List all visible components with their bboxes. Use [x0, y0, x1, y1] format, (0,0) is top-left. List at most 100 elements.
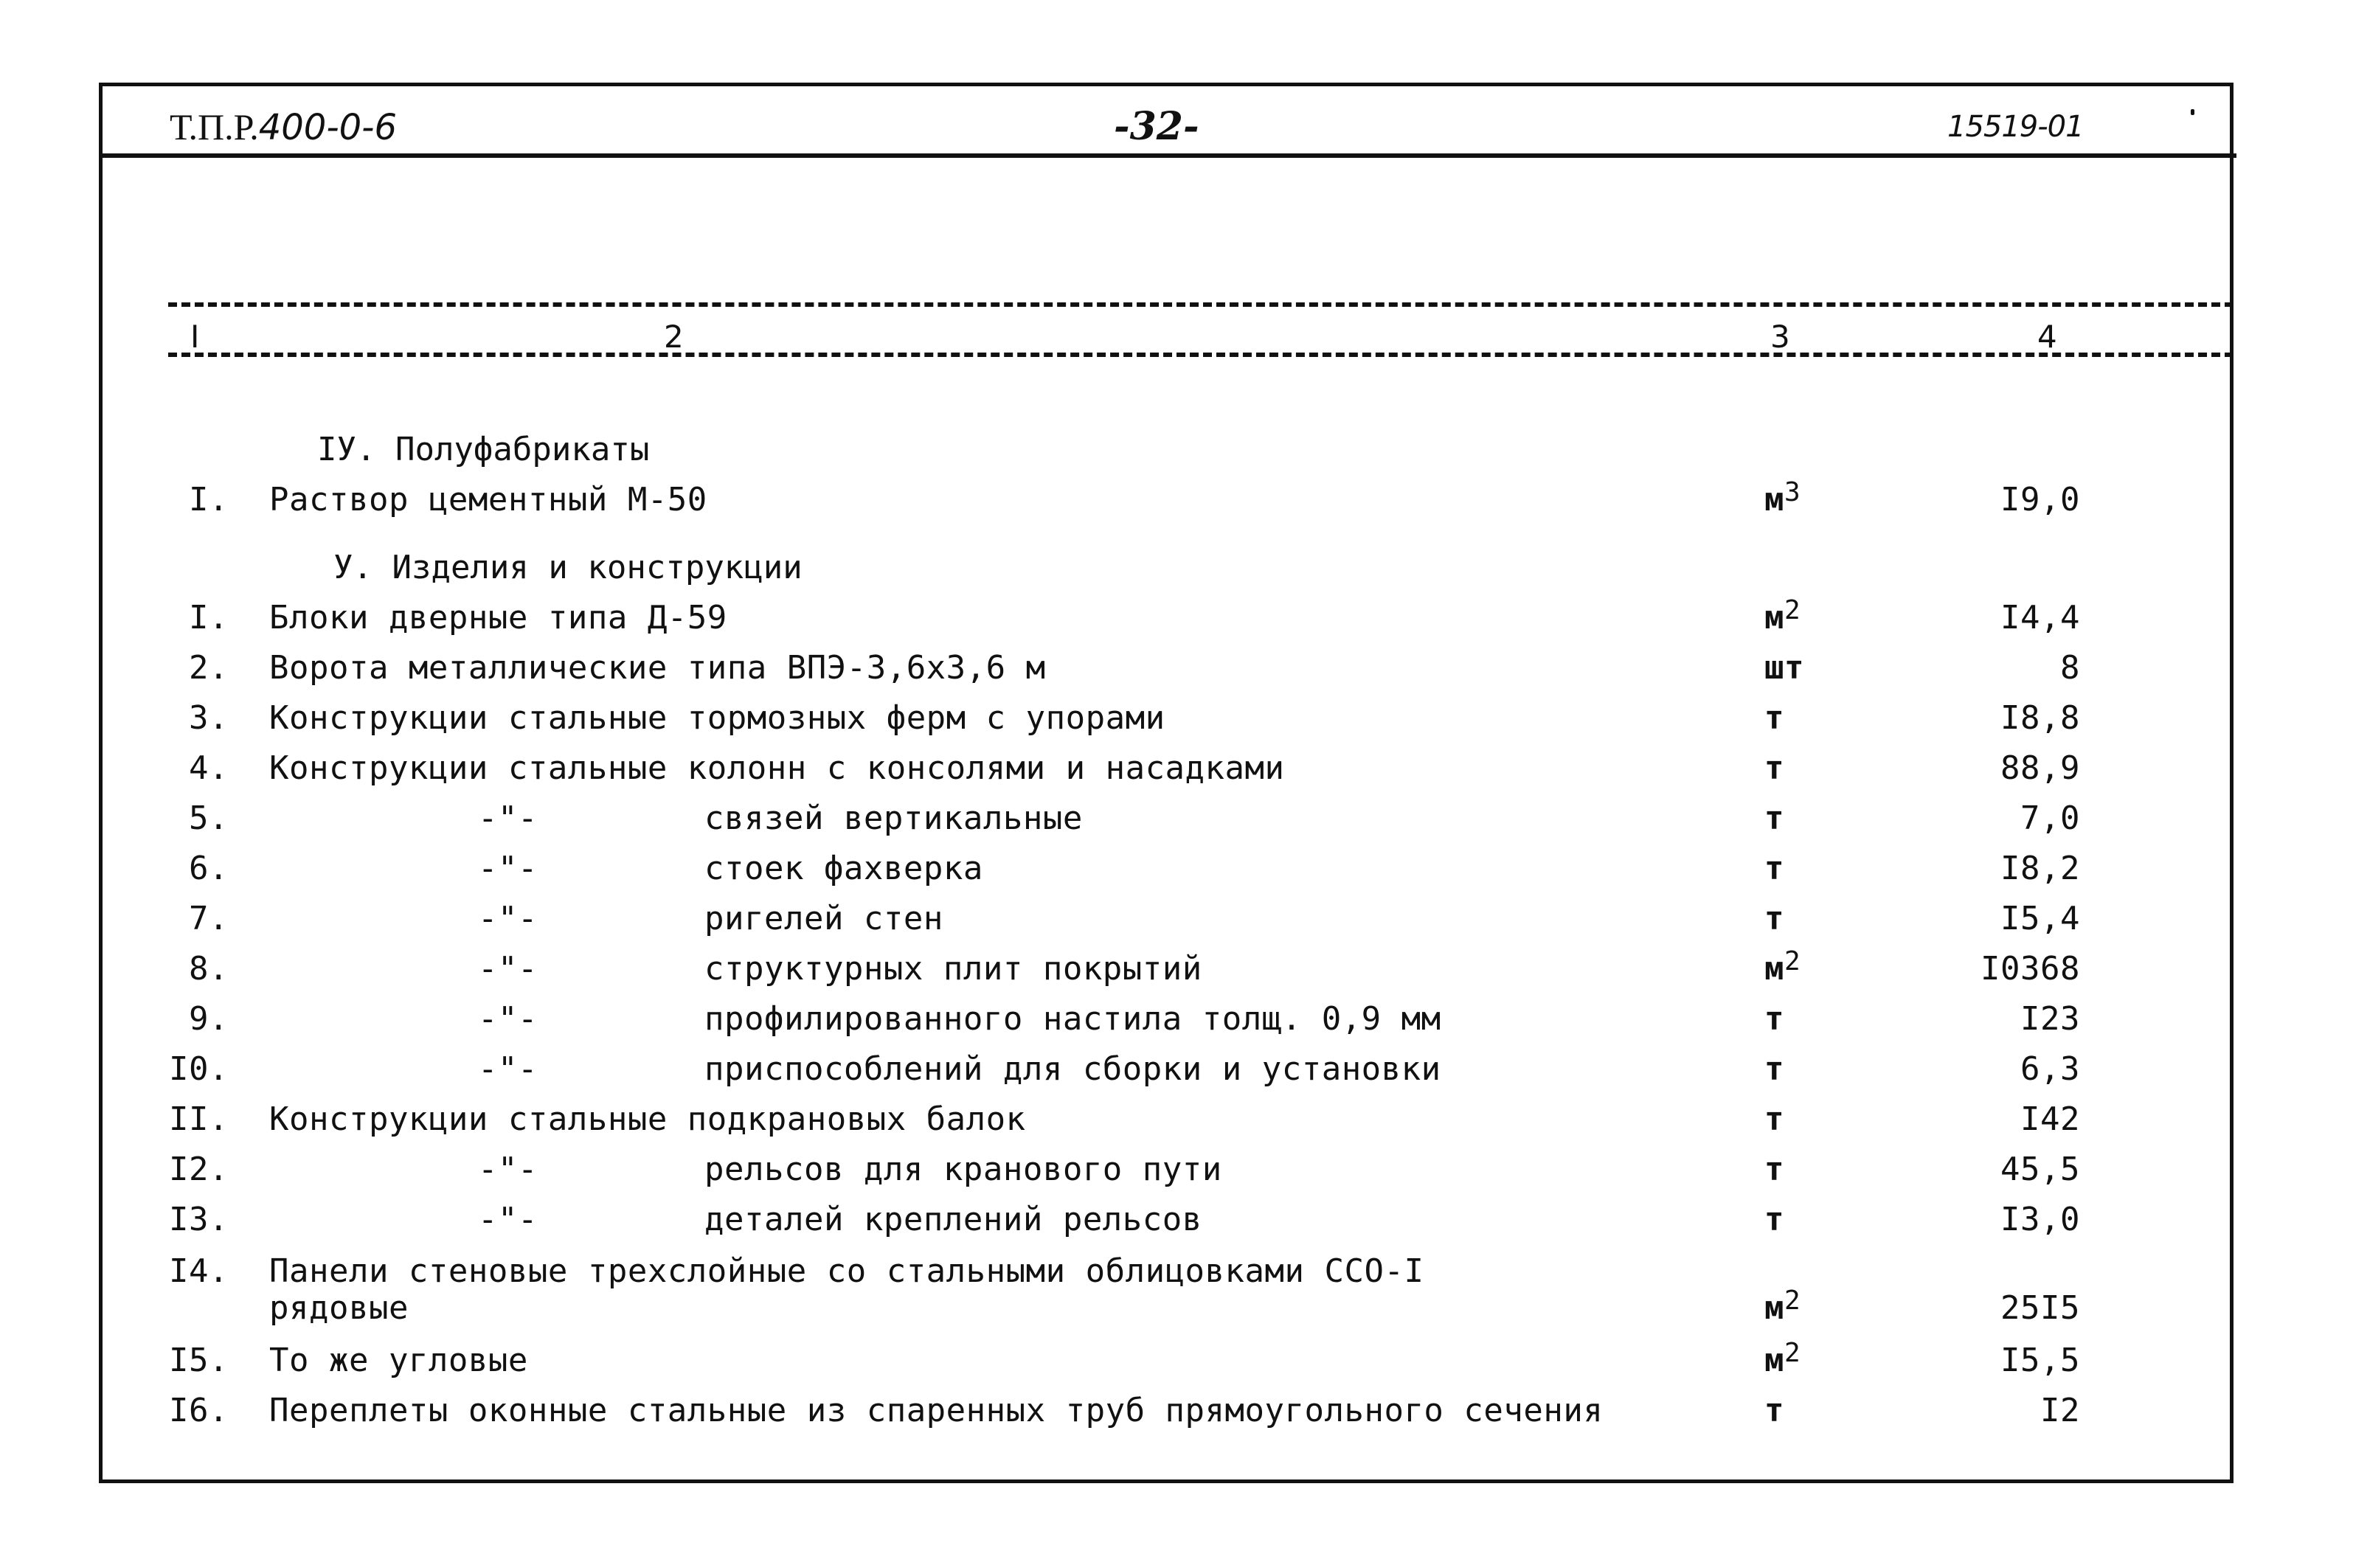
row-description-continued: ригелей стен: [704, 900, 943, 937]
row-description-continued: структурных плит покрытий: [704, 950, 1202, 988]
row-number: I5.: [169, 1342, 229, 1379]
column-number-2: 2: [664, 319, 684, 355]
table-row: I3. -"- деталей креплений рельсов т I3,0: [0, 1198, 2353, 1242]
row-description-continued: стоек фахверка: [704, 850, 983, 887]
ditto-mark: -"-: [478, 1050, 538, 1088]
row-unit: т: [1764, 1392, 1784, 1429]
page-number: -32-: [1114, 104, 1199, 149]
row-description: Конструкции стальные колонн с консолями …: [269, 749, 1285, 787]
row-description-continued: профилированного настила толщ. 0,9 мм: [704, 1000, 1441, 1038]
row-quantity: I8,2: [2000, 850, 2080, 887]
row-quantity: I42: [2020, 1100, 2080, 1138]
row-unit: т: [1764, 1151, 1784, 1188]
table-row: 2. Ворота металлические типа ВПЭ-3,6х3,6 …: [0, 646, 2353, 690]
column-header-bottom-rule: [168, 353, 2234, 357]
row-number: I3.: [169, 1201, 229, 1238]
table-row: 4. Конструкции стальные колонн с консолям…: [0, 746, 2353, 791]
row-unit: т: [1764, 749, 1784, 787]
row-number: I.: [189, 599, 229, 636]
row-unit: т: [1764, 850, 1784, 887]
table-row: II. Конструкции стальные подкрановых бало…: [0, 1097, 2353, 1142]
row-unit: т: [1764, 799, 1784, 837]
table-row: I4. Панели стеновые трехслойные со стальн…: [0, 1249, 2353, 1327]
ditto-mark: -"-: [478, 950, 538, 988]
table-row: 8. -"- структурных плит покрытий м2 I0368: [0, 946, 2353, 991]
header-divider: [99, 153, 2236, 158]
column-number-1: I: [190, 319, 200, 355]
row-quantity: 6,3: [2020, 1050, 2080, 1088]
row-quantity: I5,5: [2000, 1342, 2080, 1379]
column-number-4: 4: [2037, 319, 2057, 355]
row-number: I0.: [169, 1050, 229, 1088]
row-description: Конструкции стальные подкрановых балок: [269, 1100, 1026, 1138]
section-heading: IУ. Полуфабрикаты: [317, 431, 650, 468]
row-description-continued: деталей креплений рельсов: [704, 1201, 1202, 1238]
row-number: 5.: [189, 799, 229, 837]
row-description: Блоки дверные типа Д-59: [269, 599, 727, 636]
document-code: Т.П.Р.400-0-6: [170, 105, 397, 150]
row-description-continued: приспособлений для сборки и установки: [704, 1050, 1441, 1088]
table-row: 5. -"- связей вертикальные т 7,0: [0, 797, 2353, 841]
row-number: 9.: [189, 1000, 229, 1038]
row-description: Панели стеновые трехслойные со стальными…: [269, 1252, 1424, 1290]
row-unit: м2: [1764, 1286, 1801, 1327]
document-code-number: 400-0-6: [258, 107, 398, 148]
ditto-mark: -"-: [478, 900, 538, 937]
row-number: II.: [169, 1100, 229, 1138]
ditto-mark: -"-: [478, 799, 538, 837]
table-row: I2. -"- рельсов для кранового пути т 45,5: [0, 1148, 2353, 1192]
row-number: I4.: [169, 1252, 229, 1290]
table-row: I. Раствор цементный М-50 м3 I9,0: [0, 477, 2353, 522]
ditto-mark: -"-: [478, 1000, 538, 1038]
row-unit: т: [1764, 900, 1784, 937]
row-description: То же угловые: [269, 1342, 528, 1379]
column-header-top-rule: [168, 302, 2234, 307]
row-number: I.: [189, 481, 229, 518]
row-number: I2.: [169, 1151, 229, 1188]
row-description-continued: рельсов для кранового пути: [704, 1151, 1222, 1188]
row-quantity: 7,0: [2020, 799, 2080, 837]
row-number: 6.: [189, 850, 229, 887]
section-heading: У. Изделия и конструкции: [333, 549, 803, 586]
row-quantity: I4,4: [2000, 599, 2080, 636]
row-quantity: 45,5: [2000, 1151, 2080, 1188]
table-row: 3. Конструкции стальные тормозных ферм с …: [0, 696, 2353, 740]
row-quantity: I3,0: [2000, 1201, 2080, 1238]
sheet-code: 15519-01: [1947, 110, 2085, 144]
row-description: Ворота металлические типа ВПЭ-3,6х3,6 м: [269, 649, 1046, 687]
row-quantity: I8,8: [2000, 699, 2080, 737]
column-number-3: 3: [1770, 319, 1790, 355]
row-quantity: I5,4: [2000, 900, 2080, 937]
row-quantity: 25I5: [2000, 1289, 2080, 1327]
speck-mark: [2191, 109, 2194, 115]
row-unit: т: [1764, 699, 1784, 737]
row-unit: м2: [1764, 1338, 1801, 1379]
row-quantity: 88,9: [2000, 749, 2080, 787]
row-unit: м3: [1764, 477, 1801, 518]
row-number: 3.: [189, 699, 229, 737]
ditto-mark: -"-: [478, 850, 538, 887]
row-description: Раствор цементный М-50: [269, 481, 707, 518]
row-description: Переплеты оконные стальные из спаренных …: [269, 1392, 1604, 1429]
ditto-mark: -"-: [478, 1151, 538, 1188]
row-number: I6.: [169, 1392, 229, 1429]
row-description-continued: связей вертикальные: [704, 799, 1083, 837]
row-quantity: 8: [2060, 649, 2080, 687]
row-number: 8.: [189, 950, 229, 988]
row-unit: т: [1764, 1100, 1784, 1138]
table-row: 9. -"- профилированного настила толщ. 0,9 …: [0, 997, 2353, 1041]
row-number: 2.: [189, 649, 229, 687]
document-code-prefix: Т.П.Р.: [170, 106, 259, 148]
table-row: I. Блоки дверные типа Д-59 м2 I4,4: [0, 595, 2353, 640]
row-unit: т: [1764, 1201, 1784, 1238]
row-quantity: I23: [2020, 1000, 2080, 1038]
table-row: 6. -"- стоек фахверка т I8,2: [0, 847, 2353, 891]
row-description: Конструкции стальные тормозных ферм с уп…: [269, 699, 1165, 737]
ditto-mark: -"-: [478, 1201, 538, 1238]
table-row: I5. То же угловые м2 I5,5: [0, 1338, 2353, 1383]
table-row: I6. Переплеты оконные стальные из спаренн…: [0, 1389, 2353, 1433]
row-unit: шт: [1764, 649, 1804, 687]
row-unit: м2: [1764, 595, 1801, 636]
row-quantity: I0368: [1981, 950, 2080, 988]
row-description-line2: рядовые: [269, 1289, 409, 1327]
